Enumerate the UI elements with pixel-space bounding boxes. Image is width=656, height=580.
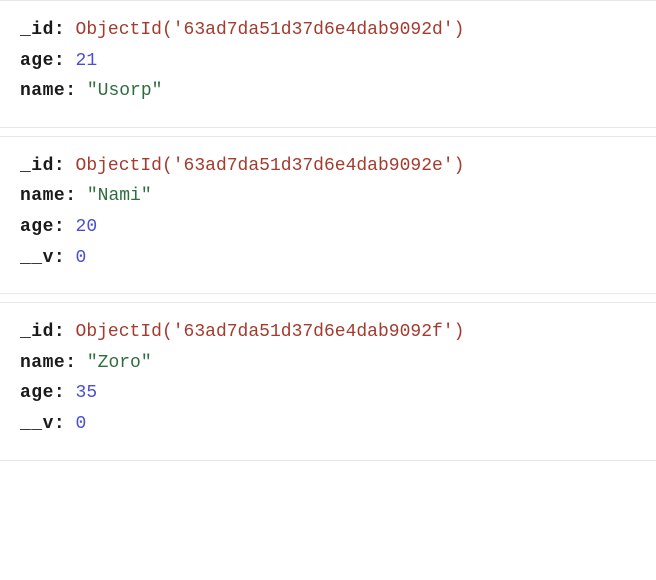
document-block: _id: ObjectId('63ad7da51d37d6e4dab9092f'… xyxy=(0,302,656,460)
colon: : xyxy=(54,51,65,71)
field-key: name xyxy=(20,353,65,373)
field-value-string: "Nami" xyxy=(87,186,152,206)
field-key: name xyxy=(20,81,65,101)
field-value-number: 20 xyxy=(76,217,98,237)
field-key: _id xyxy=(20,322,54,342)
field-row: name: "Usorp" xyxy=(20,76,656,107)
document-block: _id: ObjectId('63ad7da51d37d6e4dab9092e'… xyxy=(0,136,656,294)
field-value-objectid: ObjectId('63ad7da51d37d6e4dab9092f') xyxy=(76,322,465,342)
field-row: age: 20 xyxy=(20,212,656,243)
field-value-number: 21 xyxy=(76,51,98,71)
field-key: age xyxy=(20,217,54,237)
field-value-number: 0 xyxy=(76,248,87,268)
field-value-number: 0 xyxy=(76,414,87,434)
field-row: name: "Nami" xyxy=(20,181,656,212)
colon: : xyxy=(54,217,65,237)
field-value-objectid: ObjectId('63ad7da51d37d6e4dab9092e') xyxy=(76,156,465,176)
field-row: _id: ObjectId('63ad7da51d37d6e4dab9092f'… xyxy=(20,317,656,348)
field-value-number: 35 xyxy=(76,383,98,403)
field-key: age xyxy=(20,383,54,403)
field-key: __v xyxy=(20,414,54,434)
colon: : xyxy=(54,414,65,434)
field-row: _id: ObjectId('63ad7da51d37d6e4dab9092e'… xyxy=(20,151,656,182)
field-key: _id xyxy=(20,156,54,176)
field-key: age xyxy=(20,51,54,71)
field-row: __v: 0 xyxy=(20,409,656,440)
colon: : xyxy=(54,248,65,268)
colon: : xyxy=(65,353,76,373)
colon: : xyxy=(54,20,65,40)
field-row: name: "Zoro" xyxy=(20,348,656,379)
field-key: name xyxy=(20,186,65,206)
field-value-objectid: ObjectId('63ad7da51d37d6e4dab9092d') xyxy=(76,20,465,40)
field-value-string: "Usorp" xyxy=(87,81,163,101)
field-row: age: 35 xyxy=(20,378,656,409)
colon: : xyxy=(54,322,65,342)
field-value-string: "Zoro" xyxy=(87,353,152,373)
colon: : xyxy=(54,156,65,176)
field-key: _id xyxy=(20,20,54,40)
colon: : xyxy=(65,186,76,206)
field-row: _id: ObjectId('63ad7da51d37d6e4dab9092d'… xyxy=(20,15,656,46)
field-row: age: 21 xyxy=(20,46,656,77)
colon: : xyxy=(65,81,76,101)
document-block: _id: ObjectId('63ad7da51d37d6e4dab9092d'… xyxy=(0,0,656,128)
colon: : xyxy=(54,383,65,403)
field-key: __v xyxy=(20,248,54,268)
field-row: __v: 0 xyxy=(20,243,656,274)
